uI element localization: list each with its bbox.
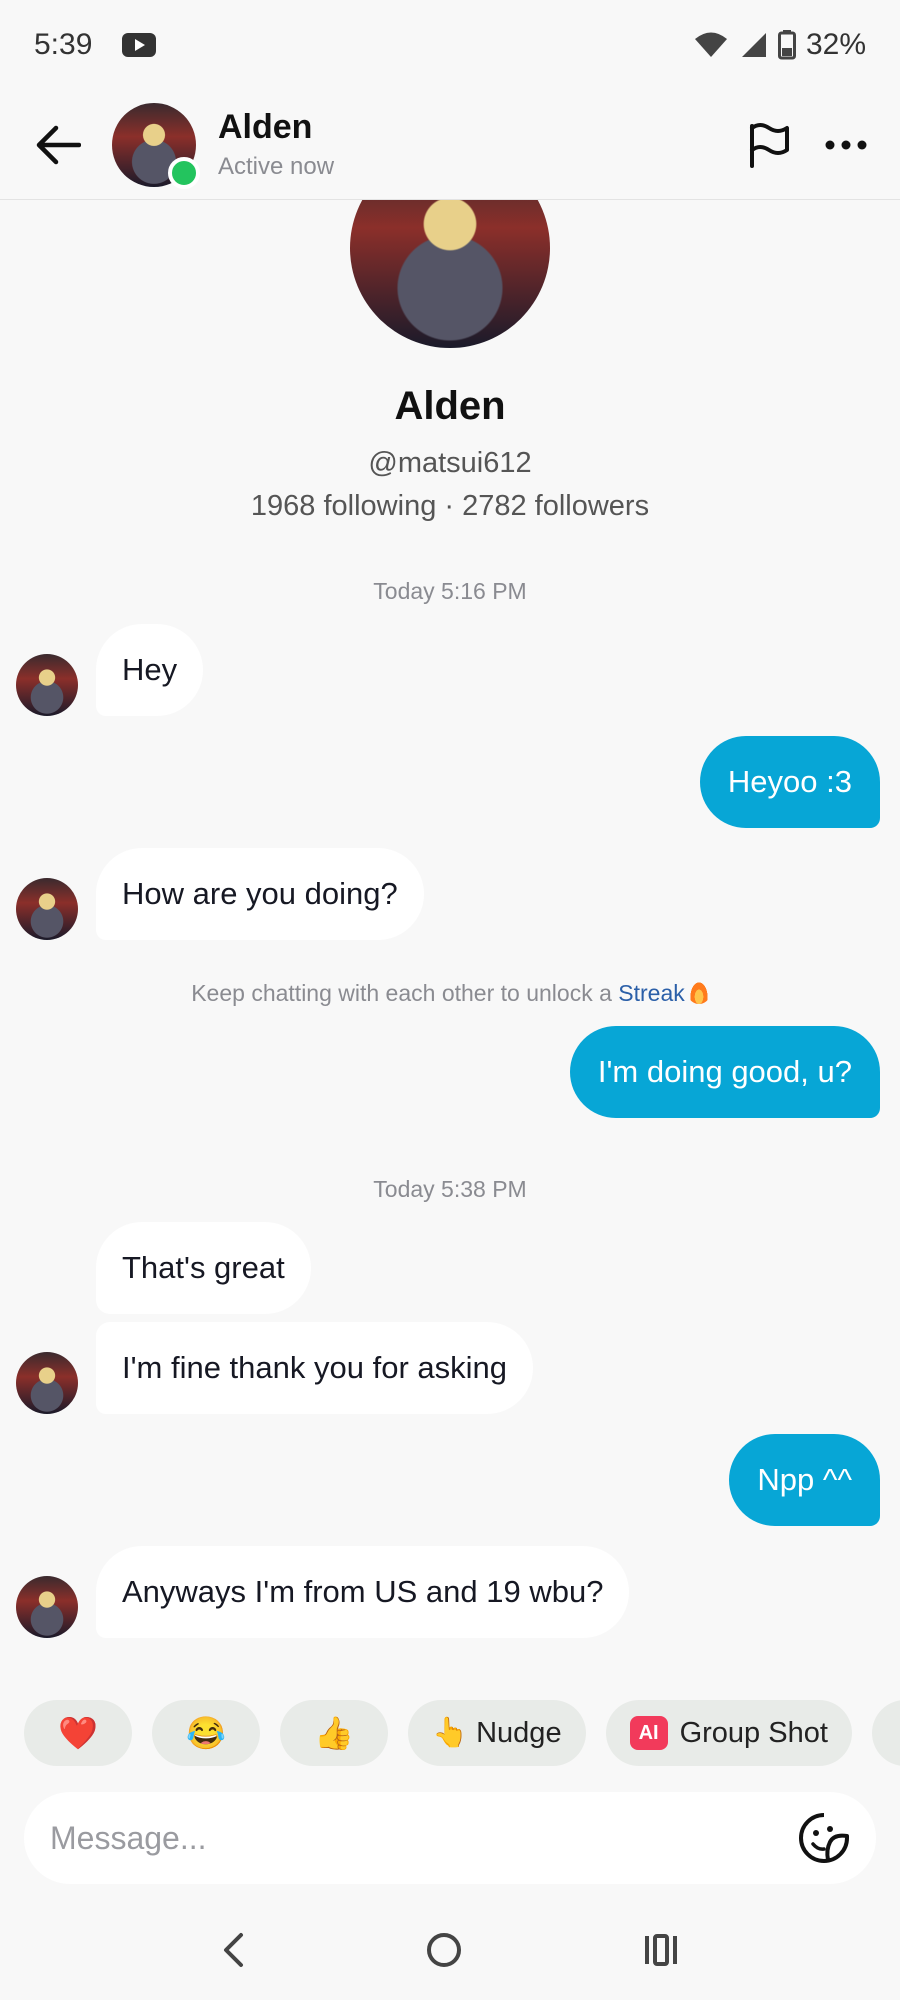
- back-button[interactable]: [18, 105, 98, 185]
- battery-icon: [777, 30, 796, 60]
- timestamp: Today 5:38 PM: [373, 1176, 527, 1202]
- wifi-icon: [694, 32, 727, 57]
- incoming-message[interactable]: Anyways I'm from US and 19 wbu?: [96, 1546, 630, 1638]
- message-row: Heyoo :3: [0, 736, 900, 828]
- status-right: 32%: [694, 28, 866, 62]
- header-name: Alden: [218, 108, 313, 146]
- nav-home-button[interactable]: [426, 1932, 462, 1968]
- nav-recents-button[interactable]: [643, 1934, 679, 1966]
- sticker-button[interactable]: [798, 1812, 850, 1864]
- message-row: I'm doing good, u?: [0, 1026, 900, 1118]
- incoming-message[interactable]: How are you doing?: [96, 848, 424, 940]
- nav-back-button[interactable]: [221, 1932, 245, 1968]
- status-left: 5:39: [34, 28, 157, 62]
- more-chip[interactable]: [871, 1700, 900, 1766]
- avatar[interactable]: [16, 1576, 78, 1638]
- profile-avatar[interactable]: [350, 200, 550, 348]
- battery-percent: 32%: [805, 28, 866, 61]
- profile-stats: 1968 following · 2782 followers: [250, 490, 650, 522]
- message-input[interactable]: [50, 1819, 798, 1857]
- streak-hint-text: Keep chatting with each other to unlock …: [191, 980, 619, 1006]
- outgoing-message[interactable]: I'm doing good, u?: [569, 1026, 880, 1118]
- status-bar: 5:39 32%: [0, 0, 900, 90]
- outgoing-message[interactable]: Npp ^^: [729, 1434, 880, 1526]
- heart-icon: ❤️: [58, 1715, 98, 1751]
- status-time: 5:39: [34, 28, 93, 61]
- group-shot-label: Group Shot: [679, 1716, 828, 1749]
- laughing-face-icon: 😂: [186, 1715, 226, 1751]
- outgoing-message[interactable]: Heyoo :3: [699, 736, 880, 828]
- pointing-hand-icon: 👆: [432, 1717, 469, 1749]
- heart-reaction-chip[interactable]: ❤️: [24, 1700, 132, 1766]
- avatar[interactable]: [16, 1352, 78, 1414]
- ai-badge-icon: AI: [629, 1716, 668, 1750]
- system-nav-bar: [0, 1900, 900, 2000]
- chevron-left-icon: [223, 1933, 243, 1967]
- group-shot-chip[interactable]: AI Group Shot: [605, 1700, 852, 1766]
- youtube-icon: [122, 33, 157, 57]
- header-avatar[interactable]: [112, 102, 200, 189]
- incoming-message[interactable]: I'm fine thank you for asking: [96, 1322, 534, 1414]
- profile-handle: @matsui612: [368, 447, 532, 479]
- message-row: I'm fine thank you for asking: [0, 1322, 900, 1414]
- message-row: Hey: [0, 624, 900, 716]
- chat-header: Alden Active now: [0, 90, 900, 200]
- thumbs-up-chip[interactable]: 👍: [280, 1700, 388, 1766]
- incoming-message[interactable]: Hey: [96, 624, 204, 716]
- more-button[interactable]: [824, 139, 868, 151]
- sticker-icon: [799, 1813, 849, 1863]
- message-row: Npp ^^: [0, 1434, 900, 1526]
- nudge-chip[interactable]: 👆 Nudge: [408, 1700, 586, 1766]
- avatar: [350, 200, 550, 348]
- fire-icon: [688, 980, 709, 1004]
- report-button[interactable]: [748, 122, 790, 168]
- message-row: That's great: [0, 1222, 900, 1314]
- avatar[interactable]: [16, 878, 78, 940]
- streak-link[interactable]: Streak: [618, 980, 684, 1006]
- back-arrow-icon: [36, 125, 81, 164]
- profile-card: Alden @matsui612 1968 following · 2782 f…: [0, 200, 900, 523]
- more-icon: [825, 140, 867, 149]
- message-composer: [24, 1792, 876, 1884]
- nudge-label: Nudge: [476, 1716, 562, 1749]
- avatar[interactable]: [16, 654, 78, 716]
- laugh-reaction-chip[interactable]: 😂: [152, 1700, 260, 1766]
- header-actions: [748, 122, 868, 168]
- header-text[interactable]: Alden Active now: [218, 108, 334, 181]
- message-row: How are you doing?: [0, 848, 900, 940]
- recents-icon: [645, 1934, 678, 1966]
- profile-name: Alden: [394, 384, 506, 428]
- streak-hint: Keep chatting with each other to unlock …: [0, 980, 900, 1007]
- timestamp: Today 5:16 PM: [373, 578, 527, 604]
- header-status: Active now: [218, 153, 335, 180]
- message-row: Anyways I'm from US and 19 wbu?: [0, 1546, 900, 1638]
- incoming-message[interactable]: That's great: [96, 1222, 311, 1314]
- home-circle-icon: [426, 1933, 461, 1967]
- signal-icon: [741, 33, 766, 57]
- quick-replies: ❤️ 😂 👍 👆 Nudge AI Group Shot: [0, 1700, 900, 1768]
- thumbs-up-icon: 👍: [314, 1715, 354, 1751]
- flag-icon: [750, 122, 789, 168]
- online-indicator: [168, 156, 200, 189]
